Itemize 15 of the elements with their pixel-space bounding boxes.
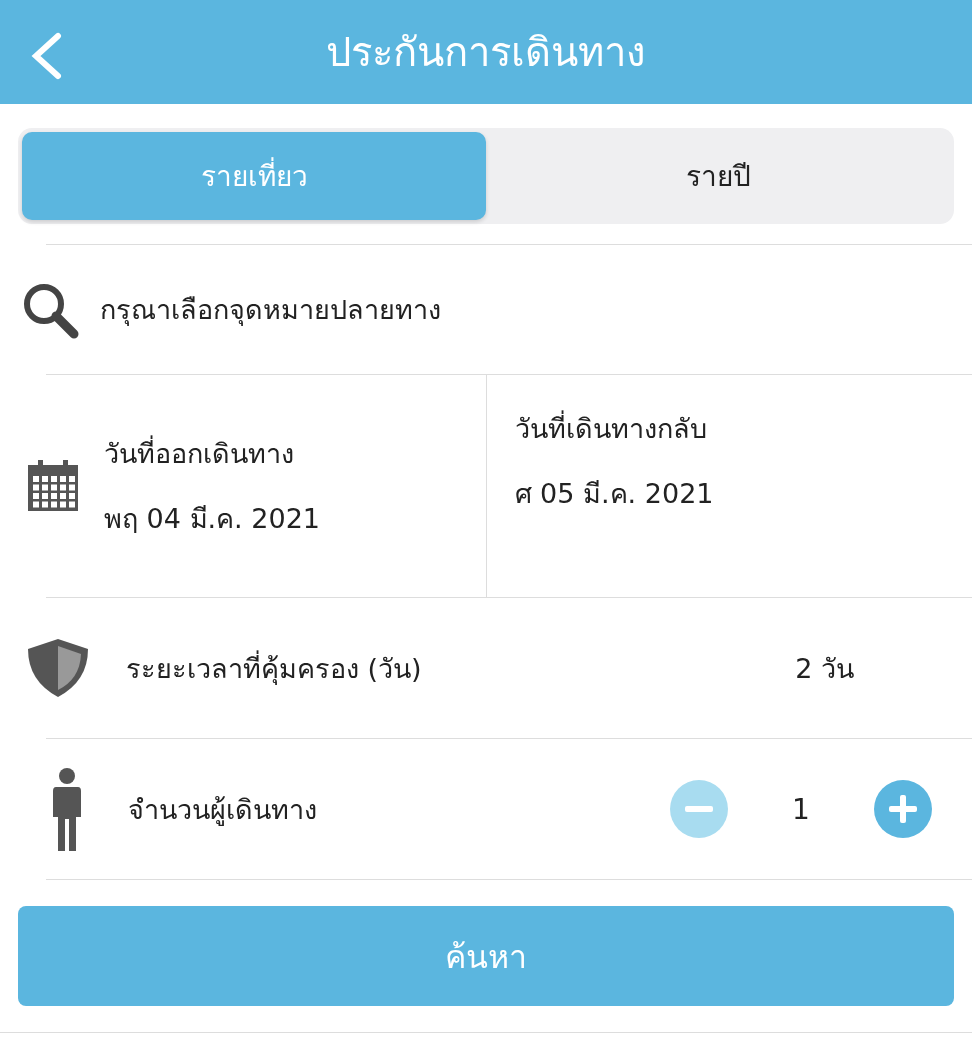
date-label: วันที่ออกเดินทาง (104, 432, 320, 475)
tab[interactable]: รายปี (486, 132, 950, 220)
coverage-value: 2 วัน (795, 651, 854, 686)
increase-button[interactable] (874, 780, 932, 838)
travelers-label: จำนวนผู้เดินทาง (128, 792, 318, 828)
date-value[interactable]: ศ 05 มี.ค. 2021 (514, 472, 714, 515)
minus-icon (685, 806, 713, 812)
person-icon (52, 767, 82, 851)
plus-icon (889, 795, 917, 823)
coverage-label: ระยะเวลาที่คุ้มครอง (วัน) (126, 649, 423, 687)
traveler-count: 1 (791, 792, 811, 826)
date-label: วันที่เดินทางกลับ (514, 407, 714, 450)
page-title: ประกันการเดินทาง (326, 28, 646, 77)
date-value[interactable]: พฤ 04 มี.ค. 2021 (104, 497, 320, 540)
calendar-icon (26, 459, 80, 513)
